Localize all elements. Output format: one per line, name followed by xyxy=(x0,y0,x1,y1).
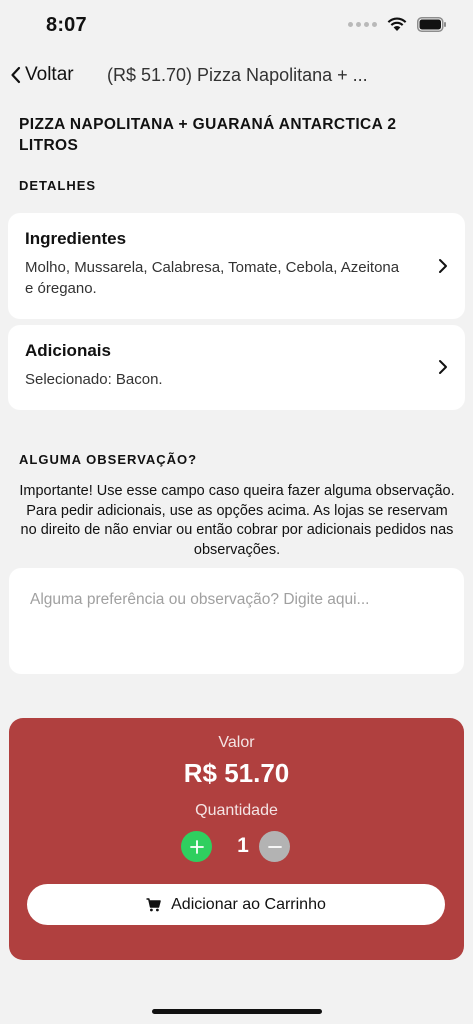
quantity-stepper: 1 xyxy=(9,831,464,863)
details-section-label: DETALHES xyxy=(19,178,97,193)
back-button[interactable]: Voltar xyxy=(10,64,74,86)
minus-icon xyxy=(267,845,282,848)
ingredients-card[interactable]: Ingredientes Molho, Mussarela, Calabresa… xyxy=(8,213,465,319)
nav-title: (R$ 51.70) Pizza Napolitana + ... xyxy=(107,65,368,85)
status-time: 8:07 xyxy=(46,14,87,36)
extras-card[interactable]: Adicionais Selecionado: Bacon. xyxy=(8,325,465,410)
plus-icon xyxy=(189,839,204,854)
home-indicator xyxy=(152,1009,322,1014)
extras-text: Selecionado: Bacon. xyxy=(25,371,163,388)
ingredients-title: Ingredientes xyxy=(25,229,127,248)
status-icons xyxy=(348,17,447,32)
navigation-bar: Voltar (R$ 51.70) Pizza Napolitana + ... xyxy=(0,58,473,96)
quantity-label: Quantidade xyxy=(195,802,278,819)
back-button-label: Voltar xyxy=(25,64,74,85)
cart-icon xyxy=(146,897,161,911)
battery-icon xyxy=(417,17,446,32)
wifi-icon xyxy=(387,17,407,31)
cellular-signal-icon xyxy=(348,22,377,27)
chevron-left-icon xyxy=(11,66,21,84)
status-bar: 8:07 xyxy=(0,0,473,52)
value-amount: R$ 51.70 xyxy=(183,758,290,788)
notes-input[interactable] xyxy=(9,568,464,674)
value-label: Valor xyxy=(218,734,255,751)
add-to-cart-label: Adicionar ao Carrinho xyxy=(171,895,326,913)
ingredients-text: Molho, Mussarela, Calabresa, Tomate, Ceb… xyxy=(25,259,400,297)
notes-info-text: Importante! Use esse campo caso queira f… xyxy=(19,483,455,558)
increase-quantity-button[interactable] xyxy=(181,831,212,862)
notes-section-label: ALGUMA OBSERVAÇÃO? xyxy=(19,452,198,467)
chevron-right-icon xyxy=(439,360,447,374)
order-summary-panel: Valor R$ 51.70 Quantidade 1 Adicionar ao… xyxy=(9,718,464,960)
quantity-value: 1 xyxy=(237,834,249,857)
chevron-right-icon xyxy=(439,259,447,273)
product-title: PIZZA NAPOLITANA + GUARANÁ ANTARCTICA 2 … xyxy=(19,116,397,154)
extras-title: Adicionais xyxy=(25,341,111,360)
decrease-quantity-button[interactable] xyxy=(259,831,290,862)
add-to-cart-button[interactable]: Adicionar ao Carrinho xyxy=(27,884,445,925)
